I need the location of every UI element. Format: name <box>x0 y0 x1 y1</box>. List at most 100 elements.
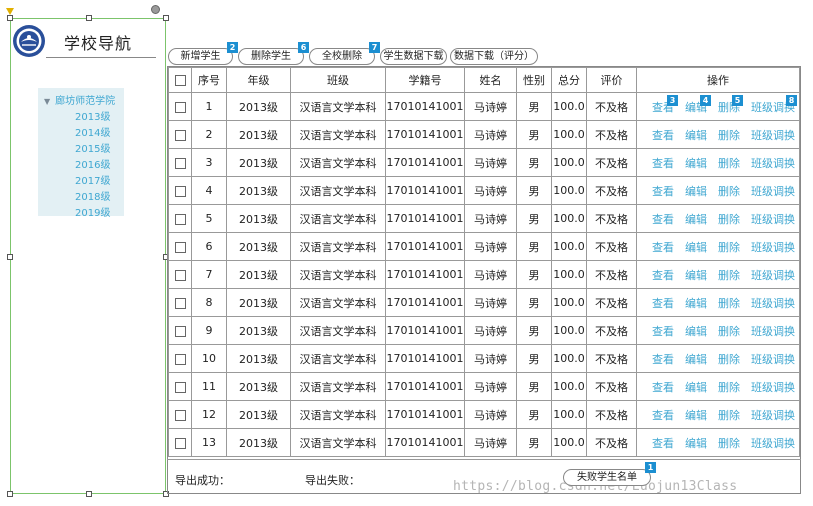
row-select-cell[interactable] <box>168 344 192 373</box>
delete-link[interactable]: 删除 <box>718 157 740 170</box>
tree-root-item[interactable]: ▼ 廊坊师范学院 <box>44 92 115 107</box>
row-select-cell[interactable] <box>168 176 192 205</box>
row-checkbox[interactable] <box>174 213 186 225</box>
row-checkbox[interactable] <box>174 241 186 253</box>
change-class-link[interactable]: 班级调换 <box>751 213 795 226</box>
change-class-link[interactable]: 班级调换 <box>751 185 795 198</box>
add-student-button[interactable]: 新增学生 <box>168 48 233 65</box>
view-link[interactable]: 查看 <box>652 241 674 254</box>
row-select-cell[interactable] <box>168 400 192 429</box>
delete-link[interactable]: 删除 <box>718 185 740 198</box>
student-id-cell: 17010141001 <box>385 372 465 401</box>
view-link[interactable]: 查看 <box>652 353 674 366</box>
edit-link[interactable]: 编辑 <box>685 185 707 198</box>
row-checkbox[interactable] <box>174 409 186 421</box>
resize-handle-bl[interactable] <box>7 491 13 497</box>
tree-item[interactable]: 2013级 <box>75 108 110 123</box>
row-checkbox[interactable] <box>174 101 186 113</box>
change-class-link[interactable]: 班级调换 <box>751 241 795 254</box>
delete-link[interactable]: 删除 <box>718 241 740 254</box>
delete-link[interactable]: 删除 <box>718 381 740 394</box>
row-select-cell[interactable] <box>168 372 192 401</box>
row-checkbox[interactable] <box>174 269 186 281</box>
edit-link[interactable]: 编辑 <box>685 381 707 394</box>
select-all-cell[interactable] <box>168 67 192 93</box>
delete-link[interactable]: 删除 <box>718 213 740 226</box>
delete-all-button[interactable]: 全校删除 <box>309 48 375 65</box>
tree-item[interactable]: 2015级 <box>75 140 110 155</box>
edit-link[interactable]: 编辑 <box>685 129 707 142</box>
row-select-cell[interactable] <box>168 260 192 289</box>
delete-link[interactable]: 删除 <box>718 409 740 422</box>
resize-handle-tl[interactable] <box>7 15 13 21</box>
edit-link[interactable]: 编辑 <box>685 325 707 338</box>
row-select-cell[interactable] <box>168 204 192 233</box>
delete-link[interactable]: 删除 <box>718 269 740 282</box>
change-class-link[interactable]: 班级调换 <box>751 269 795 282</box>
view-link[interactable]: 查看 <box>652 129 674 142</box>
row-select-cell[interactable] <box>168 428 192 457</box>
rotate-handle[interactable] <box>151 5 160 14</box>
row-select-cell[interactable] <box>168 288 192 317</box>
edit-link[interactable]: 编辑 <box>685 157 707 170</box>
delete-link[interactable]: 删除 <box>718 325 740 338</box>
view-link[interactable]: 查看 <box>652 297 674 310</box>
annotation-badge: 4 <box>700 95 711 106</box>
fail-student-list-button[interactable]: 失败学生名单 <box>563 469 651 486</box>
resize-handle-l[interactable] <box>7 254 13 260</box>
select-all-checkbox[interactable] <box>174 75 186 86</box>
row-checkbox[interactable] <box>174 325 186 337</box>
edit-link[interactable]: 编辑 <box>685 241 707 254</box>
change-class-link[interactable]: 班级调换 <box>751 297 795 310</box>
change-class-link[interactable]: 班级调换 <box>751 381 795 394</box>
view-link[interactable]: 查看 <box>652 409 674 422</box>
tree-item[interactable]: 2017级 <box>75 172 110 187</box>
change-class-link[interactable]: 班级调换 <box>751 129 795 142</box>
change-class-link[interactable]: 班级调换 <box>751 409 795 422</box>
resize-handle-t[interactable] <box>86 15 92 21</box>
edit-link[interactable]: 编辑 <box>685 437 707 450</box>
edit-link[interactable]: 编辑 <box>685 297 707 310</box>
row-select-cell[interactable] <box>168 120 192 149</box>
tree-item[interactable]: 2019级 <box>75 204 110 219</box>
view-link[interactable]: 查看 <box>652 213 674 226</box>
row-select-cell[interactable] <box>168 92 192 121</box>
delete-link[interactable]: 删除 <box>718 129 740 142</box>
edit-link[interactable]: 编辑 <box>685 409 707 422</box>
change-class-link[interactable]: 班级调换 <box>751 437 795 450</box>
view-link[interactable]: 查看 <box>652 157 674 170</box>
row-select-cell[interactable] <box>168 148 192 177</box>
row-checkbox[interactable] <box>174 157 186 169</box>
row-select-cell[interactable] <box>168 316 192 345</box>
tree-item[interactable]: 2016级 <box>75 156 110 171</box>
edit-link[interactable]: 编辑 <box>685 269 707 282</box>
expand-triangle-icon[interactable]: ▼ <box>44 97 50 106</box>
delete-link[interactable]: 删除 <box>718 297 740 310</box>
tree-item[interactable]: 2018级 <box>75 188 110 203</box>
row-checkbox[interactable] <box>174 297 186 309</box>
change-class-link[interactable]: 班级调换 <box>751 157 795 170</box>
row-checkbox[interactable] <box>174 353 186 365</box>
row-checkbox[interactable] <box>174 129 186 141</box>
view-link[interactable]: 查看 <box>652 269 674 282</box>
row-checkbox[interactable] <box>174 185 186 197</box>
delete-student-button[interactable]: 删除学生 <box>238 48 304 65</box>
row-checkbox[interactable] <box>174 381 186 393</box>
change-class-link[interactable]: 班级调换 <box>751 353 795 366</box>
download-student-data-button[interactable]: 学生数据下载 <box>380 48 447 65</box>
resize-handle-b[interactable] <box>86 491 92 497</box>
delete-link[interactable]: 删除 <box>718 353 740 366</box>
row-select-cell[interactable] <box>168 232 192 261</box>
view-link[interactable]: 查看 <box>652 185 674 198</box>
tree-item[interactable]: 2014级 <box>75 124 110 139</box>
delete-link[interactable]: 删除 <box>718 437 740 450</box>
view-link[interactable]: 查看 <box>652 381 674 394</box>
download-score-data-button[interactable]: 数据下载（评分） <box>450 48 538 65</box>
change-class-link[interactable]: 班级调换 <box>751 325 795 338</box>
view-link[interactable]: 查看 <box>652 325 674 338</box>
row-checkbox[interactable] <box>174 437 186 449</box>
edit-link[interactable]: 编辑 <box>685 213 707 226</box>
view-link[interactable]: 查看 <box>652 437 674 450</box>
resize-handle-tr[interactable] <box>163 15 169 21</box>
edit-link[interactable]: 编辑 <box>685 353 707 366</box>
